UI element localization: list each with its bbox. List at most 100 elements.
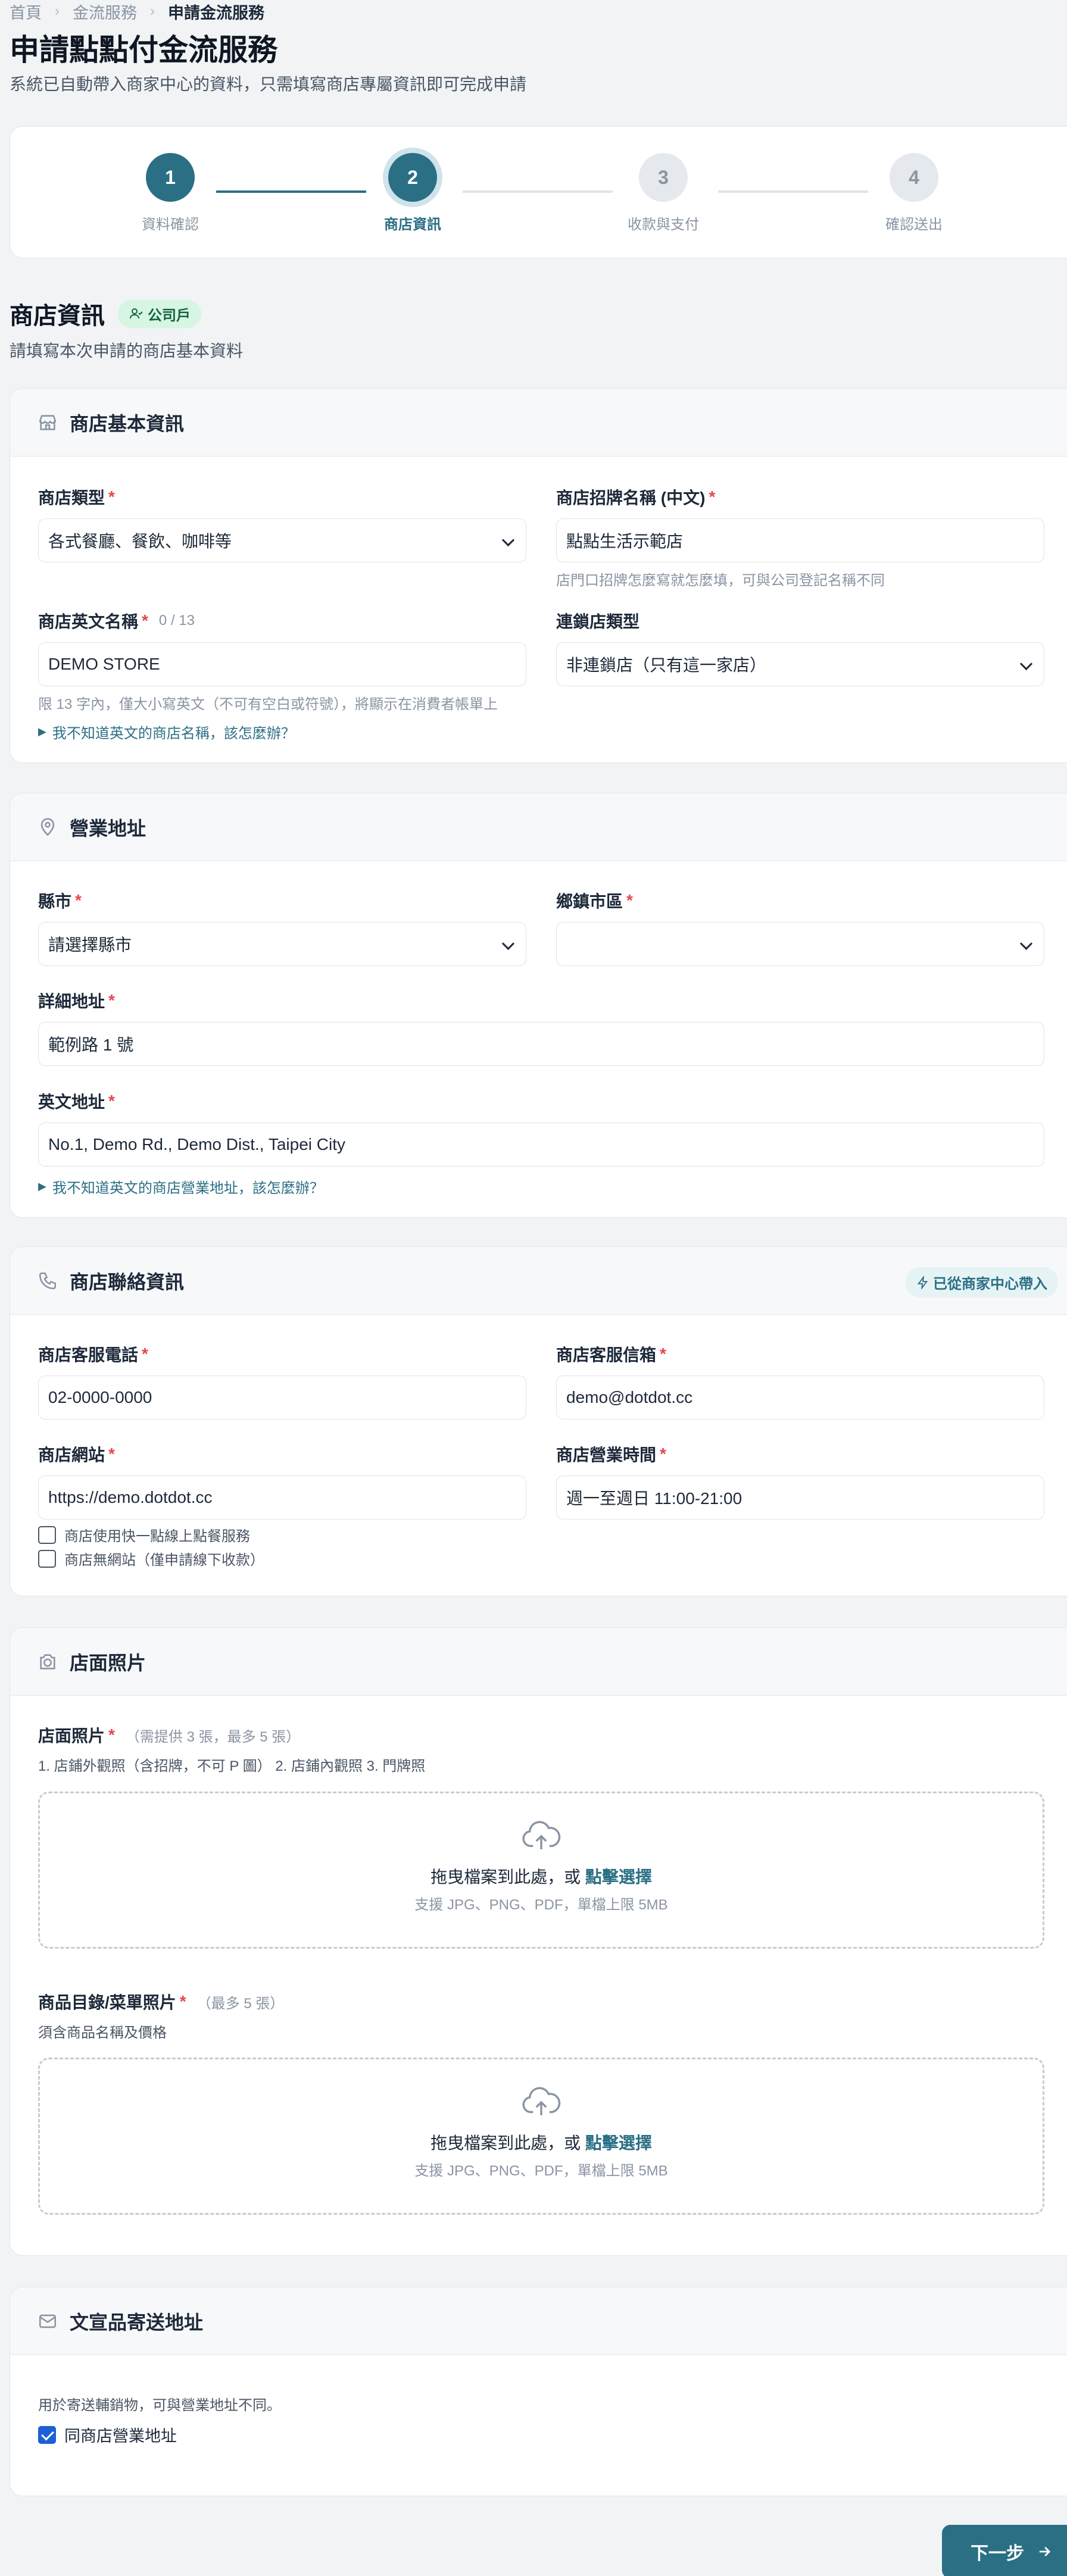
card-title: 商店基本資訊: [70, 412, 185, 434]
hours-input[interactable]: 週一至週日 11:00-21:00: [556, 1475, 1044, 1520]
field-hint: 限 13 字內，僅大小寫英文（不可有空白或符號），將顯示在消費者帳單上: [38, 696, 498, 712]
english-address-help-toggle[interactable]: ▶ 我不知道英文的商店營業地址，該怎麼辦？: [38, 1176, 1044, 1197]
step-1[interactable]: 1 資料確認: [111, 153, 230, 233]
step-4[interactable]: 4 確認送出: [854, 153, 974, 233]
english-name-field: 商店英文名稱 * 0 / 13 DEMO STORE 限 13 字內，僅大小寫英文（…: [38, 609, 526, 742]
required-mark: *: [626, 891, 633, 909]
step-2[interactable]: 2 商店資訊: [353, 153, 472, 233]
district-select[interactable]: [556, 922, 1044, 966]
card-title: 店面照片: [70, 1652, 146, 1674]
dropzone-instruction: 拖曳檔案到此處，或: [430, 2134, 581, 2152]
city-field: 縣市 * 請選擇縣市: [38, 889, 526, 966]
same-address-checkbox[interactable]: 同商店營業地址: [38, 2423, 177, 2446]
chevron-right-icon: ›: [150, 3, 155, 19]
store-type-field: 商店類型 * 各式餐廳、餐飲、咖啡等: [38, 485, 526, 562]
char-counter: 0 / 13: [158, 612, 195, 629]
english-name-input[interactable]: DEMO STORE: [38, 642, 526, 686]
step-number: 3: [639, 153, 688, 202]
label-text: 商品目錄/菜單照片: [38, 1993, 176, 2012]
mailing-description: 用於寄送輔銷物，可與營業地址不同。: [38, 2397, 281, 2414]
field-label: 英文地址 *: [38, 1089, 1044, 1113]
english-address-input[interactable]: No.1, Demo Rd., Demo Dist., Taipei City: [38, 1123, 1044, 1167]
dropzone-text: 拖曳檔案到此處，或 點擊選擇: [40, 2130, 1043, 2154]
contact-card: 商店聯絡資訊 已從商家中心帶入 商店客服電話 * 02-0000-0000 商店客…: [10, 1246, 1067, 1596]
breadcrumb-services[interactable]: 金流服務: [73, 0, 137, 23]
step-number: 2: [388, 153, 437, 202]
mailing-card: 文宣品寄送地址 用於寄送輔銷物，可與營業地址不同。 同商店營業地址: [10, 2287, 1067, 2496]
hours-field: 商店營業時間 * 週一至週日 11:00-21:00: [556, 1442, 1044, 1520]
dropzone-browse-link[interactable]: 點擊選擇: [585, 2134, 652, 2152]
required-mark: *: [142, 1345, 148, 1363]
checkbox-box[interactable]: [38, 1525, 56, 1544]
field-description: 1. 店鋪外觀照（含招牌，不可 P 圖） 2. 店鋪內觀照 3. 門牌照: [38, 1758, 426, 1774]
phone-input[interactable]: 02-0000-0000: [38, 1375, 526, 1420]
field-label: 商品目錄/菜單照片 * （最多 5 張）: [38, 1990, 1044, 2014]
field-label: 商店客服電話 *: [38, 1342, 526, 1366]
field-hint: 店門口招牌怎麼寫就怎麼填，可與公司登記名稱不同: [556, 573, 885, 589]
breadcrumb-home[interactable]: 首頁: [10, 0, 42, 23]
email-input[interactable]: demo@dotdot.cc: [556, 1375, 1044, 1420]
required-mark: *: [108, 1092, 115, 1110]
checkbox-box[interactable]: [38, 1549, 56, 1568]
card-title: 文宣品寄送地址: [70, 2311, 204, 2333]
field-label: 商店類型 *: [38, 485, 526, 509]
english-name-help-toggle[interactable]: ▶ 我不知道英文的商店名稱，該怎麼辦？: [38, 721, 526, 742]
storefront-dropzone[interactable]: 拖曳檔案到此處，或 點擊選擇 支援 JPG、PNG、PDF，單檔上限 5MB: [38, 1792, 1044, 1949]
field-note: （需提供 3 張，最多 5 張）: [125, 1728, 301, 1745]
upload-cloud-icon: [522, 1821, 561, 1849]
field-label: 縣市 *: [38, 889, 526, 912]
account-type-badge: 公司戶: [118, 299, 201, 328]
mail-icon: [39, 2314, 57, 2328]
district-field: 鄉鎮市區 *: [556, 889, 1044, 966]
field-label: 商店網站 *: [38, 1442, 526, 1466]
detail-address-input[interactable]: 範例路 1 號: [38, 1022, 1044, 1066]
address-card: 營業地址 縣市 * 請選擇縣市 鄉鎮市區 * 詳細地址 * 範例路 1 號 英文地址 *…: [10, 793, 1067, 1218]
card-title: 營業地址: [70, 817, 146, 839]
chain-type-select[interactable]: 非連鎖店（只有這一家店）: [556, 642, 1044, 686]
required-mark: *: [660, 1445, 666, 1463]
label-text: 縣市: [38, 892, 72, 911]
website-field: 商店網站 * https://demo.dotdot.cc: [38, 1442, 526, 1520]
field-label: 詳細地址 *: [38, 989, 1044, 1012]
label-text: 商店招牌名稱 (中文): [556, 489, 706, 507]
website-input[interactable]: https://demo.dotdot.cc: [38, 1475, 526, 1520]
required-mark: *: [108, 487, 115, 506]
store-type-select[interactable]: 各式餐廳、餐飲、咖啡等: [38, 518, 526, 562]
online-order-checkbox[interactable]: 商店使用快一點線上點餐服務: [38, 1524, 250, 1545]
label-text: 商店客服電話: [38, 1346, 139, 1364]
checkbox-box[interactable]: [38, 2425, 56, 2444]
dropzone-browse-link[interactable]: 點擊選擇: [585, 1868, 652, 1886]
email-field: 商店客服信箱 * demo@dotdot.cc: [556, 1342, 1044, 1420]
chain-type-field: 連鎖店類型 非連鎖店（只有這一家店）: [556, 609, 1044, 686]
city-select[interactable]: 請選擇縣市: [38, 922, 526, 966]
menu-dropzone[interactable]: 拖曳檔案到此處，或 點擊選擇 支援 JPG、PNG、PDF，單檔上限 5MB: [38, 2058, 1044, 2215]
step-label: 商店資訊: [384, 217, 441, 233]
field-label: 鄉鎮市區 *: [556, 889, 1044, 912]
help-label: 我不知道英文的商店營業地址，該怎麼辦？: [52, 1180, 324, 1196]
label-text: 商店類型: [38, 489, 105, 507]
label-text: 商店英文名稱: [38, 612, 139, 631]
phone-field: 商店客服電話 * 02-0000-0000: [38, 1342, 526, 1420]
breadcrumb: 首頁 › 金流服務 › 申請金流服務: [10, 0, 264, 23]
step-label: 收款與支付: [628, 217, 699, 233]
section-heading: 商店資訊 公司戶: [10, 296, 201, 331]
page-title: 申請點點付金流服務: [10, 33, 277, 67]
dropzone-text: 拖曳檔案到此處，或 點擊選擇: [40, 1864, 1043, 1888]
label-text: 英文地址: [38, 1093, 105, 1111]
next-button[interactable]: 下一步: [942, 2525, 1067, 2576]
store-icon: [39, 414, 57, 430]
step-3[interactable]: 3 收款與支付: [604, 153, 723, 233]
card-title: 商店聯絡資訊: [70, 1271, 185, 1293]
badge-label: 公司戶: [148, 307, 191, 324]
label-text: 連鎖店類型: [556, 612, 640, 631]
required-mark: *: [179, 1992, 186, 2011]
step-connector: [216, 190, 366, 193]
dropzone-subtext: 支援 JPG、PNG、PDF，單檔上限 5MB: [414, 1897, 668, 1913]
detail-address-field: 詳細地址 * 範例路 1 號: [38, 989, 1044, 1066]
no-website-checkbox[interactable]: 商店無網站（僅申請線下收款）: [38, 1548, 264, 1569]
label-text: 詳細地址: [38, 992, 105, 1011]
required-mark: *: [108, 991, 115, 1009]
sign-name-input[interactable]: 點點生活示範店: [556, 518, 1044, 562]
label-text: 鄉鎮市區: [556, 892, 623, 911]
field-label: 商店客服信箱 *: [556, 1342, 1044, 1366]
